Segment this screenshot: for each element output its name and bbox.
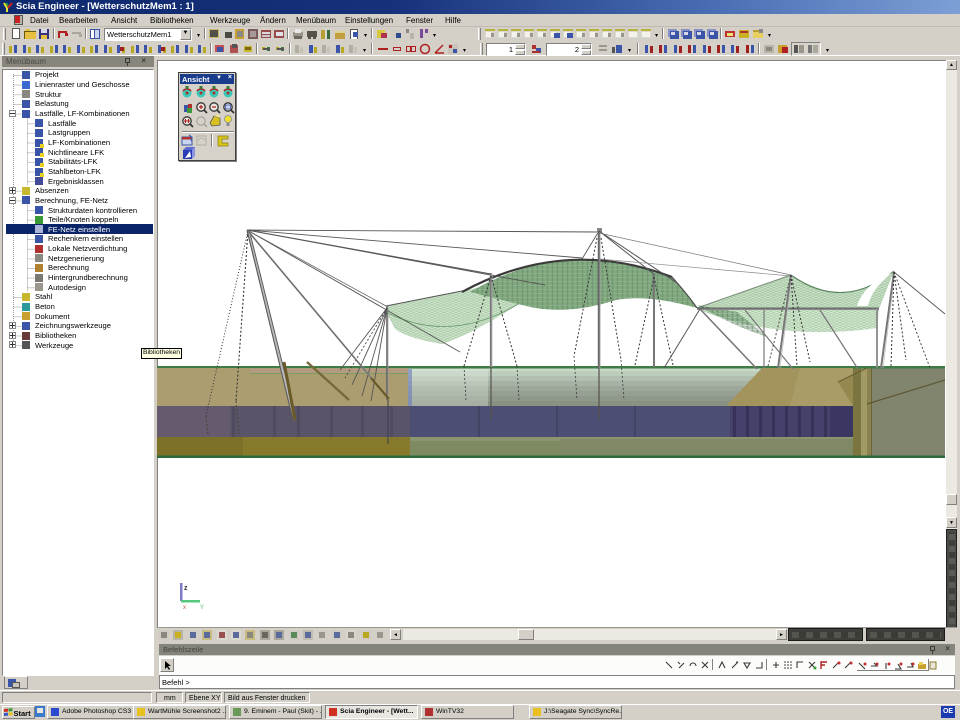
svg-text:z: z <box>184 585 188 592</box>
svg-text:x: x <box>183 605 186 611</box>
svg-text:Y: Y <box>200 605 204 611</box>
